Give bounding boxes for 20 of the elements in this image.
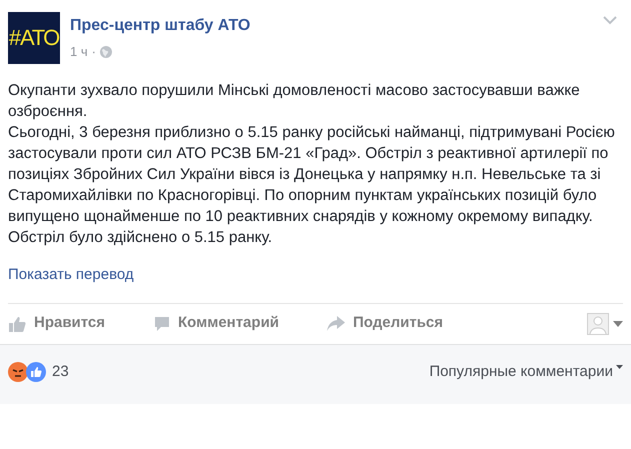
reaction-count[interactable]: 23: [52, 360, 69, 384]
comment-button[interactable]: Комментарий: [154, 312, 327, 335]
translate-link[interactable]: Показать перевод: [0, 264, 631, 286]
globe-icon: [100, 46, 112, 58]
author-name[interactable]: Прес-центр штабу АТО: [70, 16, 603, 36]
post-text: Сьогодні, 3 березня приблизно о 5.15 ранку російські найманці, підтримувані Росією застосували проти сил АТО РСЗВ БМ-21 «Град». Обстріл з реактивної артилерії по позиціях Збройних Сил України вівся із Донецька у напрямку н.п. Невельське та зі Старомихайлівки по Красногорівці. По опорним пунктам українських позицій було випущено щонайменше по 10 реактивних снарядів у кожному окремому випадку. Обстріл було здійснено о 5.15 ранку.: [8, 123, 616, 248]
sort-comments-dropdown[interactable]: Популярные комментарии: [429, 360, 623, 384]
chevron-down-icon[interactable]: [603, 16, 617, 25]
page-avatar[interactable]: #АТО: [8, 12, 60, 64]
separator: ·: [92, 43, 96, 61]
profile-avatar-icon[interactable]: [587, 312, 609, 334]
angry-reaction-icon[interactable]: [8, 362, 28, 382]
post-text: Окупанти зухвало порушили Мінські домовленості масово застосувавши важке озброєння.: [8, 81, 581, 122]
speech-bubble-icon: [154, 316, 170, 332]
like-button[interactable]: Нравится: [8, 312, 154, 335]
caret-icon[interactable]: [613, 320, 623, 326]
thumbs-up-icon: [8, 316, 26, 332]
caret-icon: [616, 364, 623, 369]
share-button[interactable]: Поделиться: [327, 312, 477, 335]
share-arrow-icon: [327, 316, 345, 331]
